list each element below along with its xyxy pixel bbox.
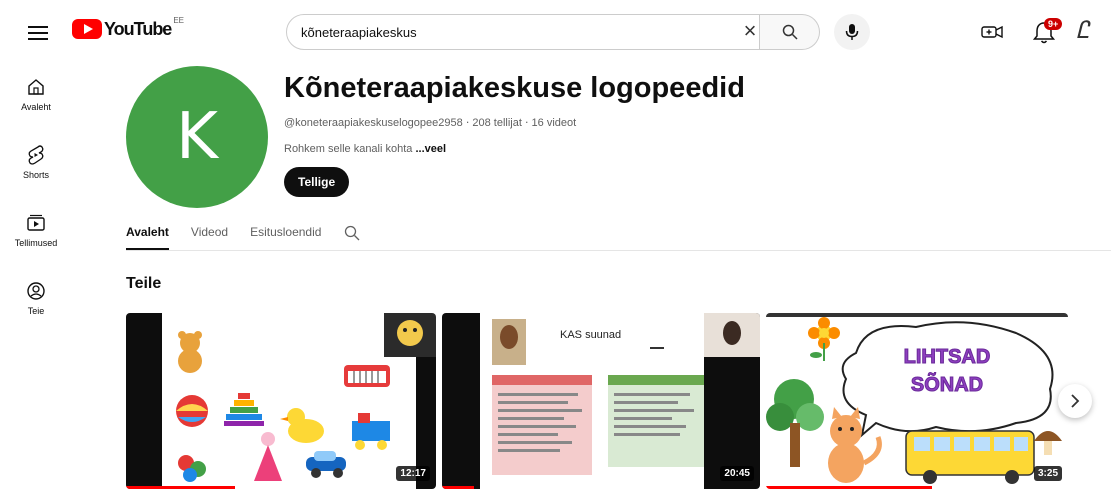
youtube-logo[interactable]: YouTube EE <box>72 16 184 40</box>
channel-avatar: K <box>126 66 268 208</box>
video-thumbnail[interactable]: 12:17 <box>126 313 436 489</box>
video-duration: 3:25 <box>1033 466 1062 481</box>
subscriber-count: 208 tellijat <box>472 117 522 129</box>
account-avatar[interactable]: Ꮭ <box>1076 16 1106 46</box>
search-input[interactable] <box>301 24 701 40</box>
slide-text-line: SÕNAD <box>910 374 984 397</box>
channel-search-icon[interactable] <box>343 224 361 242</box>
subscriptions-icon <box>27 214 45 231</box>
microphone-icon <box>845 24 859 40</box>
sidebar-item-label: Avaleht <box>21 102 51 112</box>
sidebar-item-shorts[interactable]: Shorts <box>0 134 72 202</box>
video-duration: 12:17 <box>396 466 430 481</box>
sidebar-item-label: Shorts <box>22 170 49 180</box>
clear-search-icon[interactable]: × <box>738 20 762 44</box>
meta-separator: ‧ <box>465 117 470 129</box>
section-title: Teile <box>126 275 162 292</box>
channel-tabs: Avaleht Videod Esitusloendid <box>126 222 361 250</box>
description-more-link[interactable]: ...veel <box>415 143 446 155</box>
description-text: Rohkem selle kanali kohta <box>284 143 413 155</box>
carousel-next-button[interactable] <box>1058 384 1092 418</box>
top-bar: YouTube EE × 9+ Ꮭ <box>0 0 1111 62</box>
tab-videos[interactable]: Videod <box>191 222 228 250</box>
simple-words-thumbnail-image <box>766 313 1068 489</box>
slide-title: KAS suunad <box>560 329 622 341</box>
tabs-divider <box>126 250 1111 251</box>
sidebar-item-subscriptions[interactable]: Tellimused <box>0 202 72 270</box>
sidebar-item-you[interactable]: Teie <box>0 270 72 338</box>
slide-text: LIHTSAD SÕNAD <box>882 343 1012 399</box>
video-count: 16 videot <box>531 117 577 129</box>
voice-search-button[interactable] <box>834 14 870 50</box>
search-button[interactable] <box>760 14 820 50</box>
channel-avatar-letter: K <box>176 100 218 174</box>
channel-meta: @koneteraapiakeskuselogopee2958 ‧ 208 te… <box>284 116 576 129</box>
channel-description[interactable]: Rohkem selle kanali kohta ...veel <box>284 143 446 155</box>
watch-progress-bar <box>126 486 235 489</box>
notification-badge: 9+ <box>1044 18 1063 30</box>
tab-home[interactable]: Avaleht <box>126 222 169 250</box>
shorts-icon <box>28 145 44 165</box>
logo-text: YouTube <box>104 18 172 39</box>
youtube-play-icon <box>72 19 102 39</box>
channel-handle: @koneteraapiakeskuselogopee2958 <box>284 117 463 129</box>
sidebar-item-home[interactable]: Avaleht <box>0 66 72 134</box>
channel-name: Kõneteraapiakeskuse logopeedid <box>284 72 745 104</box>
watch-progress-bar <box>442 486 474 489</box>
you-icon <box>27 282 45 300</box>
notifications-button[interactable]: 9+ <box>1030 16 1063 48</box>
create-video-icon <box>981 25 1003 39</box>
sidebar-item-label: Tellimused <box>14 238 58 248</box>
meta-separator: ‧ <box>524 117 529 129</box>
sidebar: Avaleht Shorts Tellimused Teie <box>0 66 72 338</box>
search-icon <box>782 24 798 40</box>
tab-playlists[interactable]: Esitusloendid <box>250 222 321 250</box>
chevron-right-icon <box>1071 394 1080 408</box>
video-duration: 20:45 <box>720 466 754 481</box>
video-thumbnail[interactable]: LIHTSAD SÕNAD 3:25 <box>766 313 1068 489</box>
home-icon <box>28 79 44 95</box>
toys-thumbnail-image <box>126 313 436 489</box>
search-box <box>286 14 760 50</box>
slide-text-line: LIHTSAD <box>903 346 991 369</box>
watch-progress-bar <box>766 486 933 489</box>
create-button[interactable] <box>980 20 1004 44</box>
region-code: EE <box>173 16 184 25</box>
subscribe-button[interactable]: Tellige <box>284 167 350 197</box>
sidebar-item-label: Teie <box>27 306 45 316</box>
video-thumbnail[interactable]: KAS suunad 20:45 <box>442 313 760 489</box>
menu-icon[interactable] <box>28 26 48 40</box>
